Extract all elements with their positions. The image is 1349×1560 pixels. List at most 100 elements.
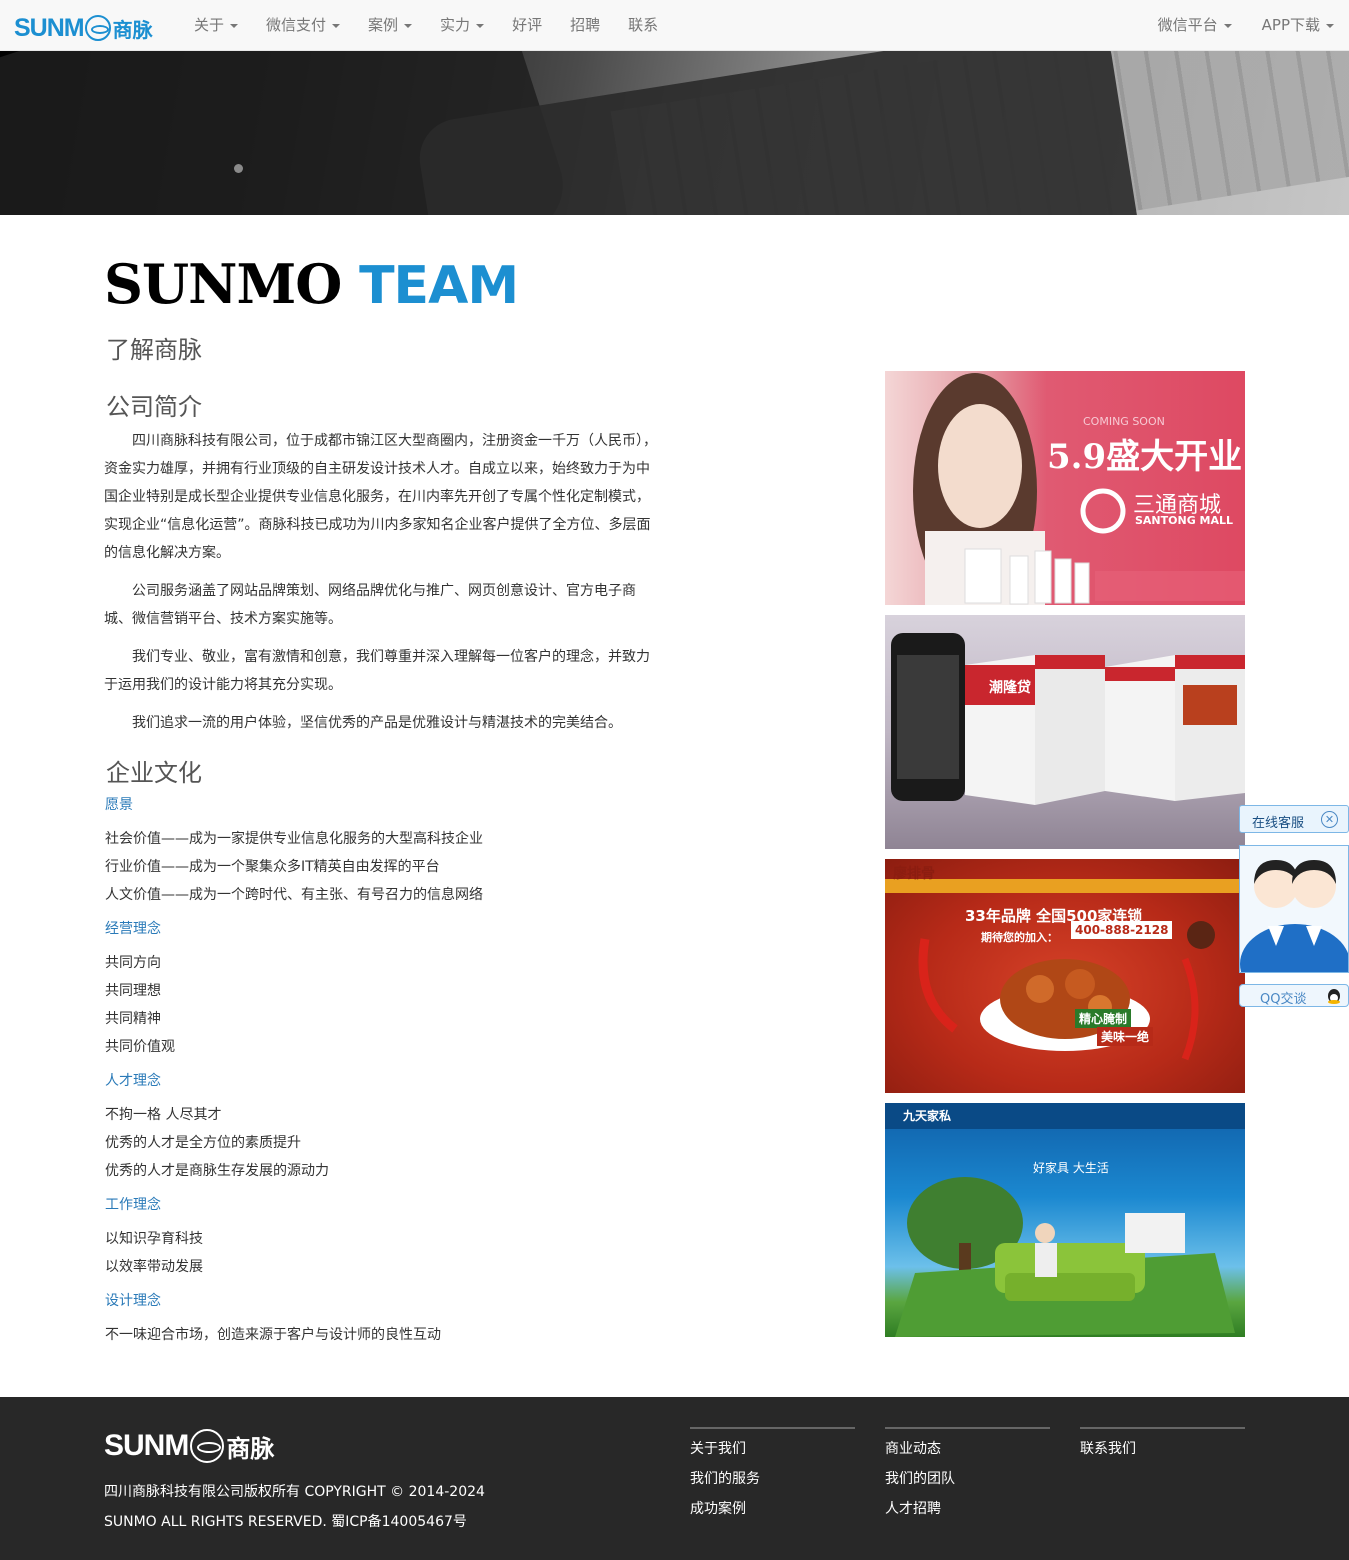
footer-column-3: 联系我们	[1080, 1427, 1245, 1469]
nav-label: 实力	[440, 16, 471, 34]
footer-column-2: 商业动态 我们的团队 人才招聘	[885, 1427, 1050, 1529]
intro-paragraph: 我们追求一流的用户体验，坚信优秀的产品是优雅设计与精湛技术的完美结合。	[132, 715, 622, 731]
nav-left: 关于 微信支付 案例 实力 好评 招聘 联系	[180, 0, 672, 50]
footer-logo-text: SUNM	[104, 1429, 189, 1462]
culture-line: 共同精神	[105, 1011, 161, 1027]
pic2-brand: 潮隆贷	[989, 680, 1031, 696]
mobile-screens-illustration	[891, 633, 1245, 805]
furniture-illustration	[885, 1103, 1245, 1337]
navbar: SUNM 商脉 关于 微信支付 案例 实力 好评 招聘 联系 微信平台 APP下…	[0, 0, 1349, 51]
food-illustration	[885, 879, 1245, 1061]
hero-banner	[0, 51, 1349, 215]
pic4-slogan: 好家具 大生活	[1033, 1161, 1109, 1175]
qq-chat-button[interactable]: QQ交谈	[1239, 984, 1349, 1007]
footer: SUNM 商脉 四川商脉科技有限公司版权所有 COPYRIGHT © 2014-…	[0, 1397, 1349, 1560]
nav-label: 招聘	[570, 16, 601, 34]
footer-logo-cn: 商脉	[226, 1434, 275, 1463]
caret-down-icon	[476, 23, 485, 28]
nav-label: 关于	[194, 16, 225, 34]
footer-column-1: 关于我们 我们的服务 成功案例	[690, 1427, 855, 1529]
globe-icon	[190, 1429, 225, 1463]
culture-line: 社会价值——成为一家提供专业信息化服务的大型高科技企业	[105, 831, 483, 847]
pic1-brand-en: SANTONG MALL	[1135, 514, 1234, 527]
nav-item-wechat-platform[interactable]: 微信平台	[1143, 0, 1247, 50]
penguin-icon	[1328, 989, 1340, 1004]
design-philosophy-title: 设计理念	[105, 1293, 161, 1309]
culture-line: 优秀的人才是全方位的素质提升	[105, 1135, 301, 1151]
culture-line: 人文价值——成为一个跨时代、有主张、有号召力的信息网络	[105, 887, 483, 903]
nav-label: 好评	[512, 16, 543, 34]
culture-line: 不一味迎合市场，创造来源于客户与设计师的良性互动	[105, 1327, 441, 1343]
logo-text: SUNM	[14, 13, 85, 42]
culture-line: 不拘一格 人尽其才	[105, 1107, 222, 1123]
footer-link-services[interactable]: 我们的服务	[690, 1469, 855, 1499]
copyright-line2: SUNMO ALL RIGHTS RESERVED. 蜀ICP备14005467…	[104, 1514, 467, 1530]
nav-label: 联系	[628, 16, 659, 34]
nav-item-reviews[interactable]: 好评	[498, 0, 556, 50]
online-service-header: 在线客服 ✕	[1239, 805, 1349, 833]
intro-heading: 公司简介	[106, 393, 202, 421]
intro-paragraph: 公司服务涵盖了网站品牌策划、网络品牌优化与推广、网页创意设计、官方电子商城、微信…	[104, 583, 636, 627]
nav-label: 案例	[368, 16, 399, 34]
nav-label: APP下载	[1261, 16, 1320, 34]
pic3-badge2: 美味一绝	[1097, 1027, 1154, 1046]
nav-item-cases[interactable]: 案例	[354, 0, 426, 50]
caret-down-icon	[332, 23, 341, 28]
intro-paragraph: 我们专业、敬业，富有激情和创意，我们尊重并深入理解每一位客户的理念，并致力于运用…	[104, 649, 650, 693]
nav-item-contact[interactable]: 联系	[614, 0, 672, 50]
caret-down-icon	[1326, 23, 1334, 28]
culture-line: 以知识孕育科技	[105, 1231, 203, 1247]
copyright-line1: 四川商脉科技有限公司版权所有 COPYRIGHT © 2014-2024	[104, 1484, 485, 1500]
nav-item-jobs[interactable]: 招聘	[556, 0, 614, 50]
nav-label: 微信平台	[1157, 16, 1218, 34]
caret-down-icon	[404, 23, 413, 28]
culture-line: 以效率带动发展	[105, 1259, 203, 1275]
nav-item-wechat-pay[interactable]: 微信支付	[252, 0, 354, 50]
pic1-headline: 5.9盛大开业	[1047, 437, 1243, 477]
brand-logo[interactable]: SUNM 商脉	[14, 12, 153, 44]
title-part2: TEAM	[359, 256, 519, 316]
caret-down-icon	[230, 23, 239, 28]
nav-item-about[interactable]: 关于	[180, 0, 252, 50]
logo-cn: 商脉	[112, 17, 153, 42]
pic3-join: 期待您的加入：	[981, 931, 1058, 944]
culture-heading: 企业文化	[106, 759, 202, 787]
nav-item-app-download[interactable]: APP下载	[1247, 0, 1349, 50]
pic3-badge1: 精心腌制	[1075, 1009, 1132, 1028]
pic1-tagline: COMING SOON	[1083, 415, 1165, 428]
culture-line: 共同理想	[105, 983, 161, 999]
case-image-mobile-app[interactable]: 潮隆贷	[885, 615, 1245, 849]
culture-line: 共同方向	[105, 955, 161, 971]
page-title: SUNMO TEAM	[104, 252, 519, 316]
agents-icon	[1240, 846, 1348, 972]
caret-down-icon	[1223, 23, 1232, 28]
page-subtitle: 了解商脉	[106, 336, 202, 364]
nav-right: 微信平台 APP下载	[1143, 0, 1349, 50]
footer-link-news[interactable]: 商业动态	[885, 1439, 1050, 1469]
online-service-label: 在线客服	[1252, 816, 1305, 831]
footer-link-cases[interactable]: 成功案例	[690, 1499, 855, 1529]
footer-link-team[interactable]: 我们的团队	[885, 1469, 1050, 1499]
case-image-jiutian-furniture[interactable]: 九天家私 好家具 大生活	[885, 1103, 1245, 1337]
pic4-brand: 九天家私	[903, 1109, 952, 1123]
close-icon[interactable]: ✕	[1321, 811, 1338, 828]
pic3-brand: 廖排骨	[893, 866, 935, 882]
footer-link-recruit[interactable]: 人才招聘	[885, 1499, 1050, 1529]
business-philosophy-title: 经营理念	[105, 921, 161, 937]
case-image-liao-paigu[interactable]: 廖排骨 33年品牌 全国500家连锁 期待您的加入： 400-888-2128 …	[885, 859, 1245, 1093]
work-philosophy-title: 工作理念	[105, 1197, 161, 1213]
case-image-santong-mall[interactable]: COMING SOON 5.9盛大开业 三通商城 SANTONG MALL	[885, 371, 1245, 605]
intro-paragraph: 四川商脉科技有限公司，位于成都市锦江区大型商圈内，注册资金一千万（人民币），资金…	[104, 433, 657, 561]
nav-item-strength[interactable]: 实力	[426, 0, 498, 50]
banner-dot	[234, 164, 243, 173]
vision-title: 愿景	[105, 797, 133, 813]
footer-logo[interactable]: SUNM 商脉	[104, 1428, 274, 1464]
culture-line: 共同价值观	[105, 1039, 175, 1055]
culture-line: 优秀的人才是商脉生存发展的源动力	[105, 1163, 329, 1179]
customer-service-avatar	[1239, 845, 1349, 973]
title-part1: SUNMO	[104, 252, 342, 316]
footer-link-contact[interactable]: 联系我们	[1080, 1439, 1245, 1469]
footer-link-about[interactable]: 关于我们	[690, 1439, 855, 1469]
pic3-phone: 400-888-2128	[1071, 921, 1173, 939]
culture-line: 行业价值——成为一个聚集众多IT精英自由发挥的平台	[105, 859, 440, 875]
